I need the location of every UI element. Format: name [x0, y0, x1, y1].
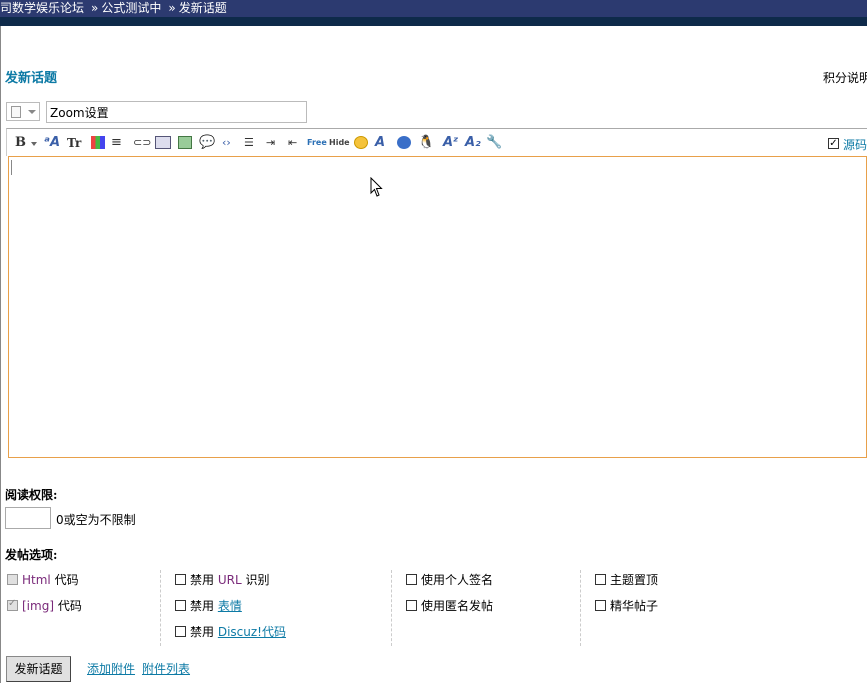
breadcrumb: 司数学娱乐论坛» 公式测试中» 发新话题	[0, 0, 867, 17]
flash-icon[interactable]	[397, 136, 411, 149]
submit-topic-button[interactable]: 发新话题	[6, 656, 71, 682]
permission-hint: 0或空为不限制	[56, 513, 136, 527]
link-icon[interactable]: ⊂⊃	[133, 135, 151, 151]
attachment-list-link[interactable]: 附件列表	[142, 660, 190, 677]
credits-help-link[interactable]: 积分说明	[823, 69, 867, 86]
url-suffix: 识别	[241, 573, 270, 587]
font-face-icon[interactable]: Tr	[67, 135, 81, 151]
breadcrumb-separator: »	[168, 1, 176, 15]
page-title: 发新话题	[5, 71, 58, 86]
breadcrumb-forum[interactable]: 司数学娱乐论坛	[0, 1, 84, 15]
signature-option[interactable]: 使用个人签名	[406, 571, 493, 588]
disable-discuz-option[interactable]: 禁用 Discuz!代码	[175, 623, 286, 640]
anonymous-label: 使用匿名发帖	[421, 599, 494, 613]
code-icon[interactable]: ‹›	[222, 135, 231, 151]
anonymous-checkbox[interactable]	[406, 600, 417, 611]
digest-label: 精华帖子	[610, 599, 659, 613]
permission-label: 阅读权限:	[5, 488, 58, 502]
disable-smiley-checkbox[interactable]	[175, 600, 186, 611]
font-a-icon[interactable]: A	[375, 135, 385, 151]
message-editor[interactable]	[8, 156, 867, 458]
outdent-icon[interactable]: ⇤	[288, 135, 297, 151]
url-keyword: URL	[217, 573, 242, 587]
wrench-icon[interactable]: 🔧	[486, 135, 502, 151]
hide-icon[interactable]: Hide	[329, 135, 350, 151]
discuz-code-link[interactable]: Discuz!代码	[218, 625, 286, 639]
disable-prefix: 禁用	[190, 599, 215, 613]
breadcrumb-board[interactable]: 公式测试中	[101, 1, 161, 15]
superscript-icon[interactable]: Aᶻ	[443, 135, 459, 151]
img-code-label: 代码	[54, 599, 82, 613]
options-divider	[580, 570, 581, 646]
signature-label: 使用个人签名	[421, 573, 494, 587]
img-code-checkbox	[7, 598, 18, 611]
disable-url-option[interactable]: 禁用 URL 识别	[175, 571, 269, 588]
document-icon	[11, 106, 21, 118]
chevron-down-icon[interactable]	[31, 142, 37, 146]
html-code-label: 代码	[50, 573, 79, 587]
img-code-option: [img] 代码	[7, 597, 82, 614]
chevron-down-icon	[28, 110, 36, 114]
digest-option[interactable]: 精华帖子	[595, 597, 658, 614]
disable-discuz-checkbox[interactable]	[175, 626, 186, 637]
disable-prefix: 禁用	[190, 573, 215, 587]
mouse-cursor-icon	[370, 177, 383, 197]
source-mode-label[interactable]: 源码	[843, 136, 867, 153]
html-code-option: Html 代码	[7, 571, 79, 588]
subject-input[interactable]	[46, 101, 307, 123]
html-code-checkbox	[7, 574, 18, 585]
digest-checkbox[interactable]	[595, 600, 606, 611]
ordered-list-icon[interactable]: ☰	[244, 135, 254, 151]
post-options-label: 发帖选项:	[5, 548, 58, 562]
indent-icon[interactable]: ⇥	[266, 135, 275, 151]
image-icon[interactable]	[178, 136, 192, 149]
sticky-option[interactable]: 主题置顶	[595, 571, 658, 588]
smiley-icon[interactable]	[354, 136, 368, 149]
img-keyword: [img]	[22, 599, 55, 613]
bold-icon[interactable]: B	[15, 135, 26, 151]
disable-url-checkbox[interactable]	[175, 574, 186, 585]
qq-icon[interactable]: 🐧	[418, 135, 434, 151]
options-divider	[391, 570, 392, 646]
anonymous-option[interactable]: 使用匿名发帖	[406, 597, 493, 614]
disable-smiley-option[interactable]: 禁用 表情	[175, 597, 242, 614]
color-icon[interactable]	[91, 136, 105, 149]
read-permission-input[interactable]	[5, 507, 51, 529]
add-attachment-link[interactable]: 添加附件	[87, 660, 135, 677]
breadcrumb-current: 发新话题	[178, 1, 227, 15]
post-icon-select[interactable]	[6, 102, 40, 121]
subscript-icon[interactable]: A₂	[465, 135, 481, 151]
options-divider	[160, 570, 161, 646]
header-band	[0, 17, 867, 26]
source-mode-checkbox[interactable]: ✓	[828, 138, 839, 149]
breadcrumb-separator: »	[91, 1, 99, 15]
text-caret	[11, 160, 12, 175]
font-size-icon[interactable]: ᵃA	[44, 135, 60, 151]
free-icon[interactable]: Free	[307, 135, 327, 151]
quote-icon[interactable]: 💬	[199, 135, 215, 151]
sticky-label: 主题置顶	[610, 573, 659, 587]
sticky-checkbox[interactable]	[595, 574, 606, 585]
signature-checkbox[interactable]	[406, 574, 417, 585]
email-icon[interactable]	[155, 136, 171, 149]
html-keyword: Html	[22, 573, 51, 587]
editor-toolbar: B ᵃA Tr ≡ ⊂⊃ 💬 ‹› ☰ ⇥ ⇤ Free Hide A 🐧 Aᶻ…	[6, 128, 867, 156]
disable-prefix: 禁用	[190, 625, 215, 639]
align-icon[interactable]: ≡	[111, 135, 122, 151]
smiley-link[interactable]: 表情	[218, 599, 242, 613]
